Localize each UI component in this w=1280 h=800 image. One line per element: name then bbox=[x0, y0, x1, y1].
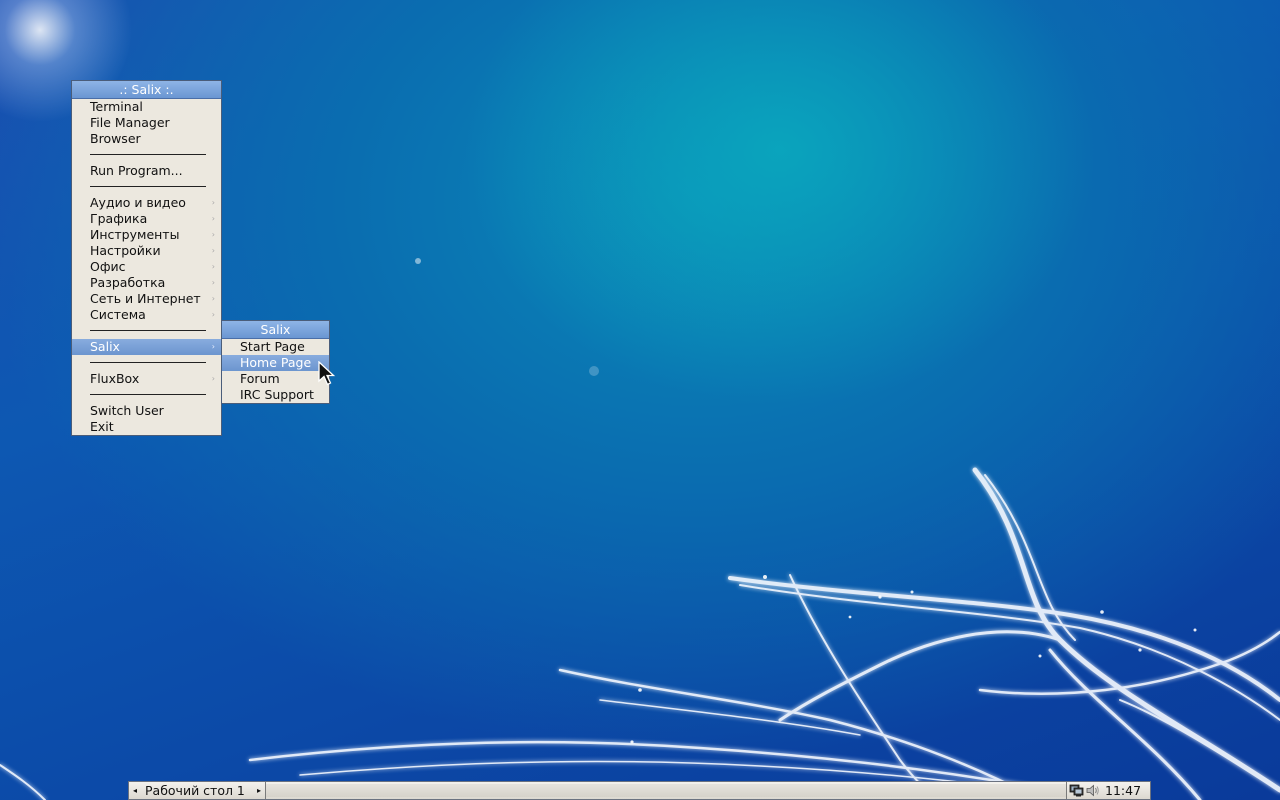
submenu-arrow-icon: › bbox=[211, 294, 215, 303]
submenu-arrow-icon: › bbox=[211, 262, 215, 271]
submenu-arrow-icon: › bbox=[211, 230, 215, 239]
menu-item-label: Офис bbox=[90, 259, 126, 274]
menu-item-fluxbox[interactable]: FluxBox › bbox=[72, 371, 221, 387]
menu-separator bbox=[72, 179, 221, 195]
menu-separator bbox=[72, 323, 221, 339]
menu-separator bbox=[72, 387, 221, 403]
submenu-arrow-icon: › bbox=[211, 278, 215, 287]
menu-item-run-program[interactable]: Run Program... bbox=[72, 163, 221, 179]
menu-item-file-manager[interactable]: File Manager bbox=[72, 115, 221, 131]
clock[interactable]: 11:47 bbox=[1105, 782, 1141, 799]
salix-submenu-title: Salix bbox=[222, 321, 329, 339]
menu-separator bbox=[72, 355, 221, 371]
root-menu: .: Salix :. Terminal File Manager Browse… bbox=[71, 80, 222, 436]
menu-item-browser[interactable]: Browser bbox=[72, 131, 221, 147]
menu-item-label: FluxBox bbox=[90, 371, 140, 386]
menu-item-terminal[interactable]: Terminal bbox=[72, 99, 221, 115]
next-workspace-icon[interactable]: ▸ bbox=[257, 782, 261, 799]
menu-separator bbox=[72, 147, 221, 163]
root-menu-title: .: Salix :. bbox=[72, 81, 221, 99]
task-list[interactable] bbox=[266, 784, 1066, 797]
submenu-arrow-icon: › bbox=[211, 214, 215, 223]
submenu-item-home-page[interactable]: Home Page bbox=[222, 355, 329, 371]
submenu-item-forum[interactable]: Forum bbox=[222, 371, 329, 387]
submenu-arrow-icon: › bbox=[211, 310, 215, 319]
submenu-arrow-icon: › bbox=[211, 198, 215, 207]
prev-workspace-icon[interactable]: ◂ bbox=[133, 782, 137, 799]
submenu-arrow-icon: › bbox=[211, 342, 215, 351]
menu-item-exit[interactable]: Exit bbox=[72, 419, 221, 435]
salix-submenu: Salix Start Page Home Page Forum IRC Sup… bbox=[221, 320, 330, 404]
submenu-arrow-icon: › bbox=[211, 374, 215, 383]
mouse-cursor-icon bbox=[318, 361, 336, 386]
menu-item-switch-user[interactable]: Switch User bbox=[72, 403, 221, 419]
volume-icon[interactable] bbox=[1086, 784, 1100, 797]
menu-item-office[interactable]: Офис › bbox=[72, 259, 221, 275]
submenu-item-irc-support[interactable]: IRC Support bbox=[222, 387, 329, 403]
menu-item-system[interactable]: Система › bbox=[72, 307, 221, 323]
menu-item-tools[interactable]: Инструменты › bbox=[72, 227, 221, 243]
menu-item-label: Настройки bbox=[90, 243, 161, 258]
menu-item-label: Аудио и видео bbox=[90, 195, 186, 210]
workspace-switcher: ◂ Рабочий стол 1 ▸ bbox=[129, 782, 266, 799]
menu-item-label: Разработка bbox=[90, 275, 166, 290]
menu-item-audio-video[interactable]: Аудио и видео › bbox=[72, 195, 221, 211]
taskbar: ◂ Рабочий стол 1 ▸ 11:47 bbox=[128, 781, 1151, 800]
menu-item-label: Сеть и Интернет bbox=[90, 291, 201, 306]
network-icon[interactable] bbox=[1069, 784, 1084, 797]
desktop[interactable]: .: Salix :. Terminal File Manager Browse… bbox=[0, 0, 1280, 800]
menu-item-network[interactable]: Сеть и Интернет › bbox=[72, 291, 221, 307]
menu-item-label: Salix bbox=[90, 339, 120, 354]
system-tray bbox=[1066, 782, 1103, 799]
submenu-arrow-icon: › bbox=[211, 246, 215, 255]
menu-item-label: Графика bbox=[90, 211, 148, 226]
menu-item-label: Система bbox=[90, 307, 146, 322]
menu-item-salix[interactable]: Salix › bbox=[72, 339, 221, 355]
menu-item-settings[interactable]: Настройки › bbox=[72, 243, 221, 259]
menu-item-development[interactable]: Разработка › bbox=[72, 275, 221, 291]
workspace-name[interactable]: Рабочий стол 1 bbox=[145, 782, 245, 799]
menu-item-graphics[interactable]: Графика › bbox=[72, 211, 221, 227]
submenu-item-start-page[interactable]: Start Page bbox=[222, 339, 329, 355]
menu-item-label: Инструменты bbox=[90, 227, 180, 242]
